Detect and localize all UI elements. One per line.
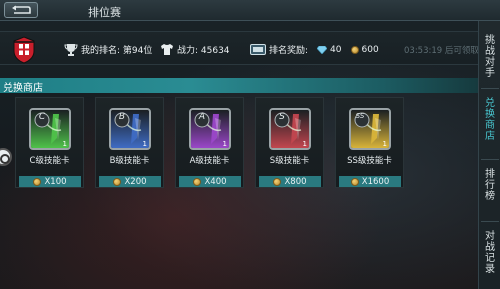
shop-card-b[interactable]: B 1 B级技能卡 X200 <box>95 97 164 188</box>
tab-label-char: 行 <box>485 180 495 191</box>
skill-card-c-icon: C1 <box>29 108 71 150</box>
gem-value: 40 <box>330 44 342 55</box>
rank-text: 我的排名: 第94位 <box>81 46 153 56</box>
price-text: X100 <box>44 176 67 187</box>
reward-ticket-icon <box>250 44 266 55</box>
tab-label-char: 商 <box>485 120 495 131</box>
reward-info: 排名奖励: 40 600 <box>250 43 379 56</box>
tab-label-char: 对 <box>485 57 495 68</box>
diamond-icon <box>317 45 328 54</box>
card-count: 1 <box>142 140 147 148</box>
card-label: B级技能卡 <box>109 156 150 166</box>
trophy-icon <box>64 44 78 56</box>
grade-letter: B <box>118 112 126 122</box>
card-count: 1 <box>62 140 67 148</box>
card-label: S级技能卡 <box>269 156 310 166</box>
shop-card-c[interactable]: C 1 C级技能卡 X100 <box>15 97 84 188</box>
section-title: 兑换商店 <box>3 83 43 94</box>
tab-label-char: 排 <box>485 169 495 180</box>
card-label: A级技能卡 <box>189 156 230 166</box>
tab-label-char: 录 <box>485 264 495 275</box>
tab-label-char: 战 <box>485 242 495 253</box>
card-label: C级技能卡 <box>29 156 70 166</box>
tab-battle-log[interactable]: 对战记录 <box>479 231 500 275</box>
card-count: 1 <box>222 140 227 148</box>
tab-label-char: 兑 <box>485 98 495 109</box>
coin-icon <box>350 45 359 54</box>
card-label: SS级技能卡 <box>347 156 392 166</box>
grade-letter: A <box>198 112 206 122</box>
tab-label-char: 记 <box>485 253 495 264</box>
section-header: 兑换商店 <box>0 78 478 94</box>
tab-leaderboard[interactable]: 排行榜 <box>479 169 500 202</box>
sidebar-tabs: 挑战对手兑换商店排行榜对战记录 <box>478 21 500 289</box>
price-bar[interactable]: X100 <box>19 176 81 187</box>
grade-letter: S <box>279 112 285 122</box>
card-count: 1 <box>302 140 307 148</box>
price-bar[interactable]: X800 <box>259 176 321 187</box>
page-title: 排位赛 <box>88 6 121 19</box>
tab-label-char: 挑 <box>485 35 495 46</box>
power-info: 战力: 45634 <box>160 43 230 56</box>
tab-label-char: 榜 <box>485 191 495 202</box>
club-logo-icon <box>13 36 35 64</box>
jersey-icon <box>161 44 173 55</box>
tab-divider <box>481 221 499 222</box>
skill-card-s-icon: S1 <box>269 108 311 150</box>
coin-value: 600 <box>361 44 379 55</box>
back-arrow-icon <box>12 5 31 14</box>
rank-info: 我的排名: 第94位 <box>64 43 152 56</box>
tab-divider <box>481 159 499 160</box>
tab-divider <box>481 88 499 89</box>
skill-card-ss-icon: SS 1 <box>349 108 391 150</box>
reward-countdown: 03:53:19 后可领取 <box>404 46 479 56</box>
card-count: 1 <box>382 140 387 148</box>
coin-icon <box>193 177 202 186</box>
tab-shop[interactable]: 兑换商店 <box>479 98 500 142</box>
shop-card-a[interactable]: A 1 A级技能卡 X400 <box>175 97 244 188</box>
price-bar[interactable]: X200 <box>99 176 161 187</box>
price-text: X1600 <box>361 176 390 187</box>
skill-card-b-icon: B1 <box>109 108 151 150</box>
back-button[interactable] <box>4 2 38 18</box>
price-bar[interactable]: X1600 <box>339 176 401 187</box>
reward-label: 排名奖励: <box>269 46 309 56</box>
price-text: X400 <box>204 176 227 187</box>
info-bar: 我的排名: 第94位 战力: 45634 排名奖励: 40 600 03:53:… <box>0 31 479 65</box>
title-bar: 排位赛 <box>0 0 500 21</box>
coin-icon <box>33 177 42 186</box>
tab-label-char: 换 <box>485 109 495 120</box>
shop-card-ss[interactable]: SS 1 SS级技能卡 X1600 <box>335 97 404 188</box>
power-text: 战力: 45634 <box>177 46 230 56</box>
coin-icon <box>273 177 282 186</box>
tab-challenge[interactable]: 挑战对手 <box>479 35 500 79</box>
price-text: X200 <box>124 176 147 187</box>
grade-letter: SS <box>355 112 365 120</box>
grade-letter: C <box>38 112 46 122</box>
tab-label-char: 对 <box>485 231 495 242</box>
coin-icon <box>113 177 122 186</box>
tab-label-char: 手 <box>485 68 495 79</box>
price-text: X800 <box>284 176 307 187</box>
tab-label-char: 战 <box>485 46 495 57</box>
price-bar[interactable]: X400 <box>179 176 241 187</box>
skill-card-a-icon: A1 <box>189 108 231 150</box>
shop-card-s[interactable]: S 1 S级技能卡 X800 <box>255 97 324 188</box>
coin-icon <box>350 177 359 186</box>
tab-label-char: 店 <box>485 131 495 142</box>
